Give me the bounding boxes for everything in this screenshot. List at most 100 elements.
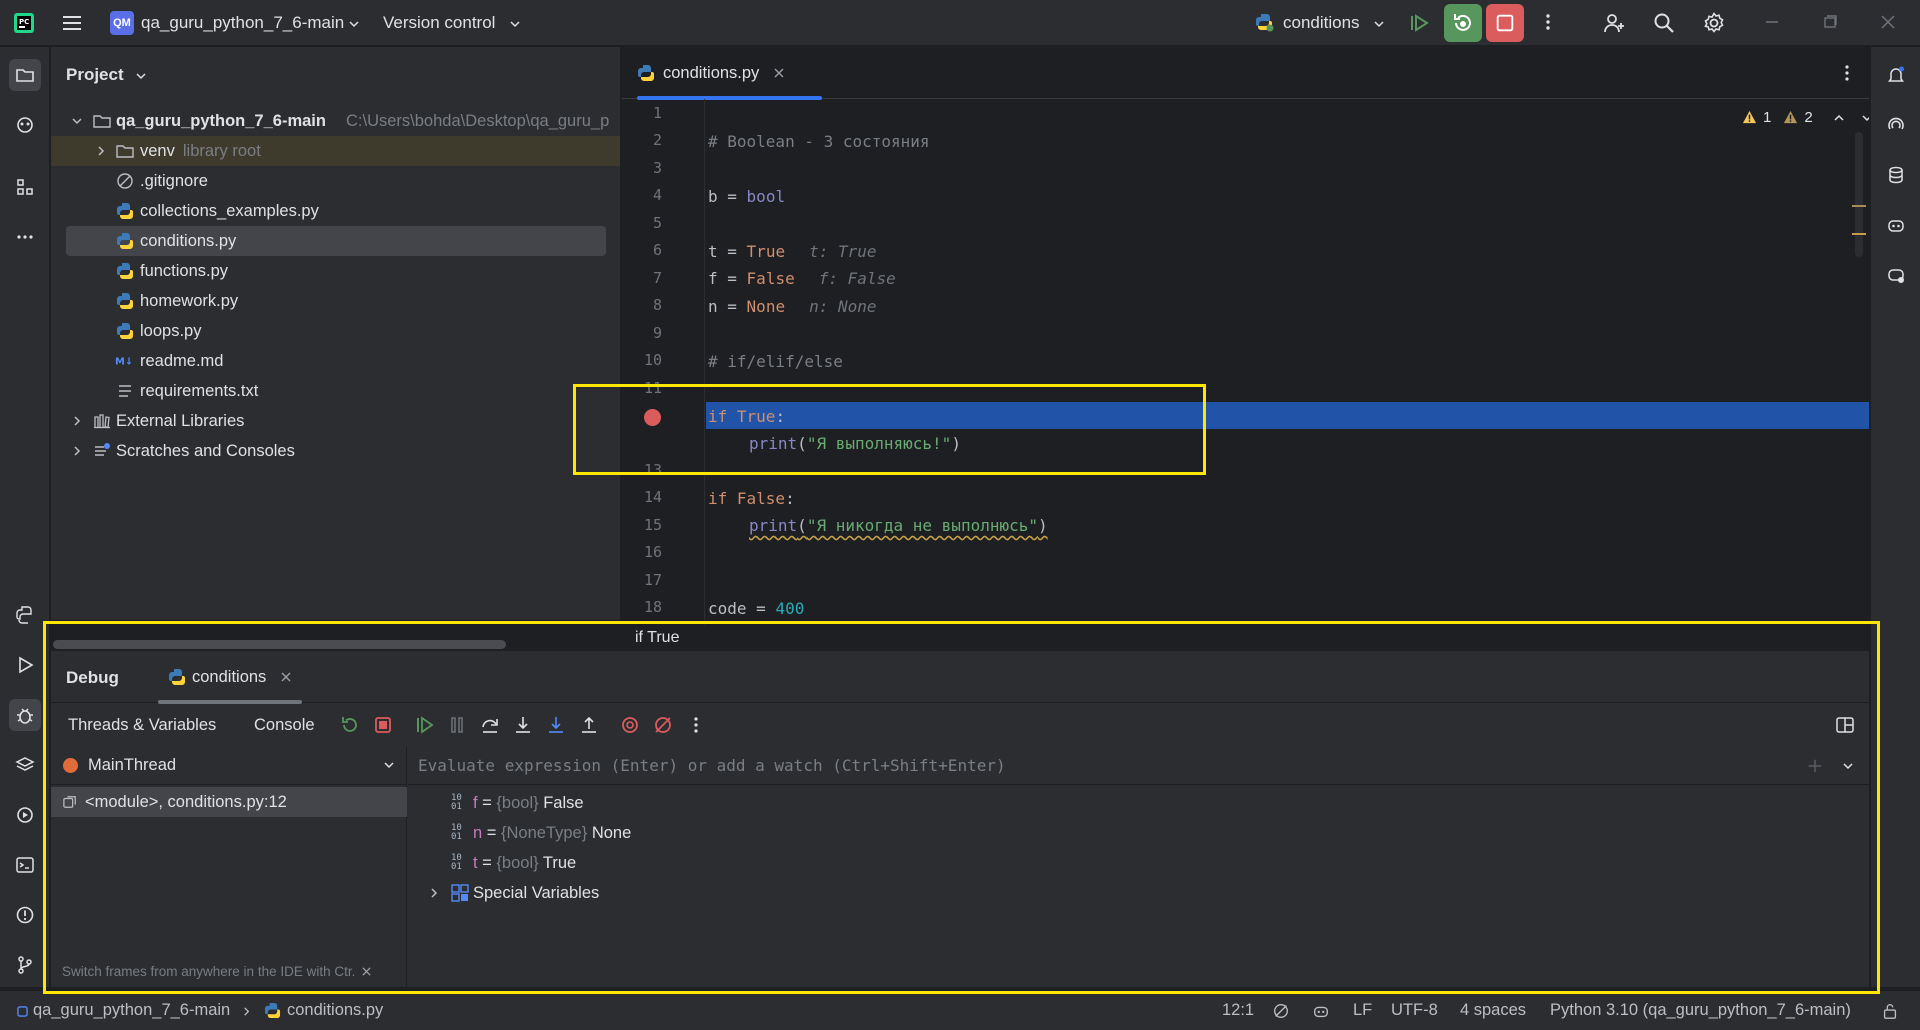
more-tools-icon[interactable]: [9, 221, 41, 253]
chevron-right-icon[interactable]: [94, 144, 108, 158]
close-icon[interactable]: [280, 671, 292, 683]
view-breakpoints-icon[interactable]: [620, 715, 640, 735]
file-encoding[interactable]: UTF-8: [1391, 1001, 1438, 1020]
chevron-down-icon[interactable]: [509, 17, 521, 35]
run-icon[interactable]: [9, 649, 41, 681]
editor-breadcrumb[interactable]: if True: [622, 625, 1869, 650]
chevron-down-icon[interactable]: [135, 69, 147, 87]
close-window-icon[interactable]: [1878, 12, 1898, 37]
tree-item-homework[interactable]: homework.py: [51, 286, 620, 316]
inspection-widget[interactable]: 1 2: [1742, 109, 1869, 126]
maximize-icon[interactable]: [1820, 12, 1840, 37]
variable-row[interactable]: 10 01 f = {bool} False: [408, 788, 1869, 818]
services-icon[interactable]: [9, 799, 41, 831]
variable-row[interactable]: 10 01 n = {NoneType} None: [408, 818, 1869, 848]
database-icon[interactable]: [1880, 159, 1912, 191]
tab-threads-variables[interactable]: Threads & Variables: [68, 716, 216, 735]
gear-icon[interactable]: [1702, 11, 1726, 40]
warning-stripe-marker[interactable]: [1852, 233, 1866, 235]
chevron-down-icon[interactable]: [1861, 112, 1869, 124]
ai-assistant-icon[interactable]: [1880, 109, 1912, 141]
pause-icon[interactable]: [447, 715, 467, 735]
readonly-toggle-icon[interactable]: [1272, 1002, 1290, 1020]
debug-restart-button[interactable]: [1444, 4, 1482, 42]
project-panel-title[interactable]: Project: [66, 65, 124, 85]
step-out-icon[interactable]: [579, 715, 599, 735]
lock-icon[interactable]: [1881, 1002, 1899, 1020]
debug-session-tab[interactable]: conditions: [158, 651, 303, 704]
git-branch-icon[interactable]: [9, 949, 41, 981]
step-into-icon[interactable]: [513, 715, 533, 735]
tree-item-functions[interactable]: functions.py: [51, 256, 620, 286]
chevron-up-icon[interactable]: [1833, 112, 1845, 124]
terminal-icon[interactable]: [9, 849, 41, 881]
resume-icon[interactable]: [1407, 11, 1431, 40]
warning-stripe-marker[interactable]: [1852, 205, 1866, 207]
copilot-status-icon[interactable]: [1312, 1002, 1330, 1020]
thread-selector[interactable]: MainThread: [51, 747, 407, 785]
chevron-down-icon[interactable]: [1373, 17, 1385, 35]
minimize-icon[interactable]: [1762, 12, 1782, 37]
stop-icon[interactable]: [373, 715, 393, 735]
tree-item-gitignore[interactable]: .gitignore: [51, 166, 620, 196]
tree-root-row[interactable]: qa_guru_python_7_6-main C:\Users\bohda\D…: [51, 106, 620, 136]
chevron-down-icon[interactable]: [1842, 760, 1854, 772]
notifications-bell-icon[interactable]: [1880, 59, 1912, 91]
chevron-right-icon[interactable]: [70, 414, 84, 428]
chevron-right-icon[interactable]: [70, 444, 84, 458]
tree-item-readme[interactable]: M↓ readme.md: [51, 346, 620, 376]
more-actions-icon[interactable]: [686, 715, 706, 735]
more-actions-icon[interactable]: [1837, 63, 1857, 88]
pycharm-logo-icon[interactable]: PC: [12, 11, 36, 35]
version-control-menu[interactable]: Version control: [383, 13, 495, 33]
chevron-down-icon[interactable]: [383, 759, 395, 771]
add-watch-icon[interactable]: [1806, 757, 1824, 775]
variable-row[interactable]: 10 01 t = {bool} True: [408, 848, 1869, 878]
tree-item-requirements[interactable]: requirements.txt: [51, 376, 620, 406]
stack-frame-row[interactable]: <module>, conditions.py:12: [51, 787, 407, 817]
python-console-icon[interactable]: [9, 599, 41, 631]
line-separator[interactable]: LF: [1353, 1001, 1372, 1020]
editor-gutter[interactable]: [622, 99, 705, 650]
close-icon[interactable]: [361, 966, 372, 977]
python-interpreter[interactable]: Python 3.10 (qa_guru_python_7_6-main): [1550, 1001, 1851, 1020]
problems-icon[interactable]: [9, 899, 41, 931]
resume-program-icon[interactable]: [414, 715, 434, 735]
chevron-down-icon[interactable]: [70, 114, 84, 128]
mute-breakpoints-icon[interactable]: [653, 715, 673, 735]
tree-item-conditions[interactable]: conditions.py: [66, 226, 606, 256]
search-icon[interactable]: [1652, 11, 1676, 40]
structure-icon[interactable]: [9, 171, 41, 203]
layout-settings-icon[interactable]: [1835, 715, 1855, 735]
stop-button[interactable]: [1486, 4, 1524, 42]
breakpoint-icon[interactable]: [644, 409, 661, 426]
step-into-my-code-icon[interactable]: [546, 715, 566, 735]
tree-item-external-libraries[interactable]: External Libraries: [51, 406, 620, 436]
main-menu-icon[interactable]: [60, 11, 84, 35]
status-file[interactable]: conditions.py: [287, 1001, 383, 1020]
tab-console[interactable]: Console: [254, 716, 315, 735]
horizontal-scrollbar[interactable]: [53, 640, 506, 649]
python-packages-icon[interactable]: [9, 109, 41, 141]
special-variables-row[interactable]: Special Variables: [408, 878, 1869, 908]
caret-position[interactable]: 12:1: [1222, 1001, 1254, 1020]
close-icon[interactable]: [773, 67, 785, 79]
editor-tab-conditions[interactable]: conditions.py: [637, 47, 822, 100]
debug-bug-icon[interactable]: [9, 699, 41, 731]
add-user-icon[interactable]: [1602, 11, 1626, 40]
project-badge[interactable]: QM: [110, 11, 134, 35]
status-project[interactable]: qa_guru_python_7_6-main: [33, 1001, 230, 1020]
tree-item-venv[interactable]: venv library root: [51, 136, 620, 166]
tree-item-collections[interactable]: collections_examples.py: [51, 196, 620, 226]
rerun-icon[interactable]: [340, 715, 360, 735]
chevron-right-icon[interactable]: [427, 886, 441, 900]
tree-item-scratches[interactable]: Scratches and Consoles: [51, 436, 620, 466]
step-over-icon[interactable]: [480, 715, 500, 735]
editor-vertical-scrollbar[interactable]: [1855, 132, 1863, 257]
code-editor[interactable]: conditions.py 1 2 1 2 3 4 5 6 7 8 9 10 1…: [622, 47, 1869, 650]
chevron-down-icon[interactable]: [348, 17, 360, 35]
project-tool-folder-icon[interactable]: [9, 59, 41, 91]
layers-icon[interactable]: [9, 749, 41, 781]
code-with-me-icon[interactable]: [1880, 259, 1912, 291]
evaluate-expression-input[interactable]: Evaluate expression (Enter) or add a wat…: [408, 747, 1869, 785]
